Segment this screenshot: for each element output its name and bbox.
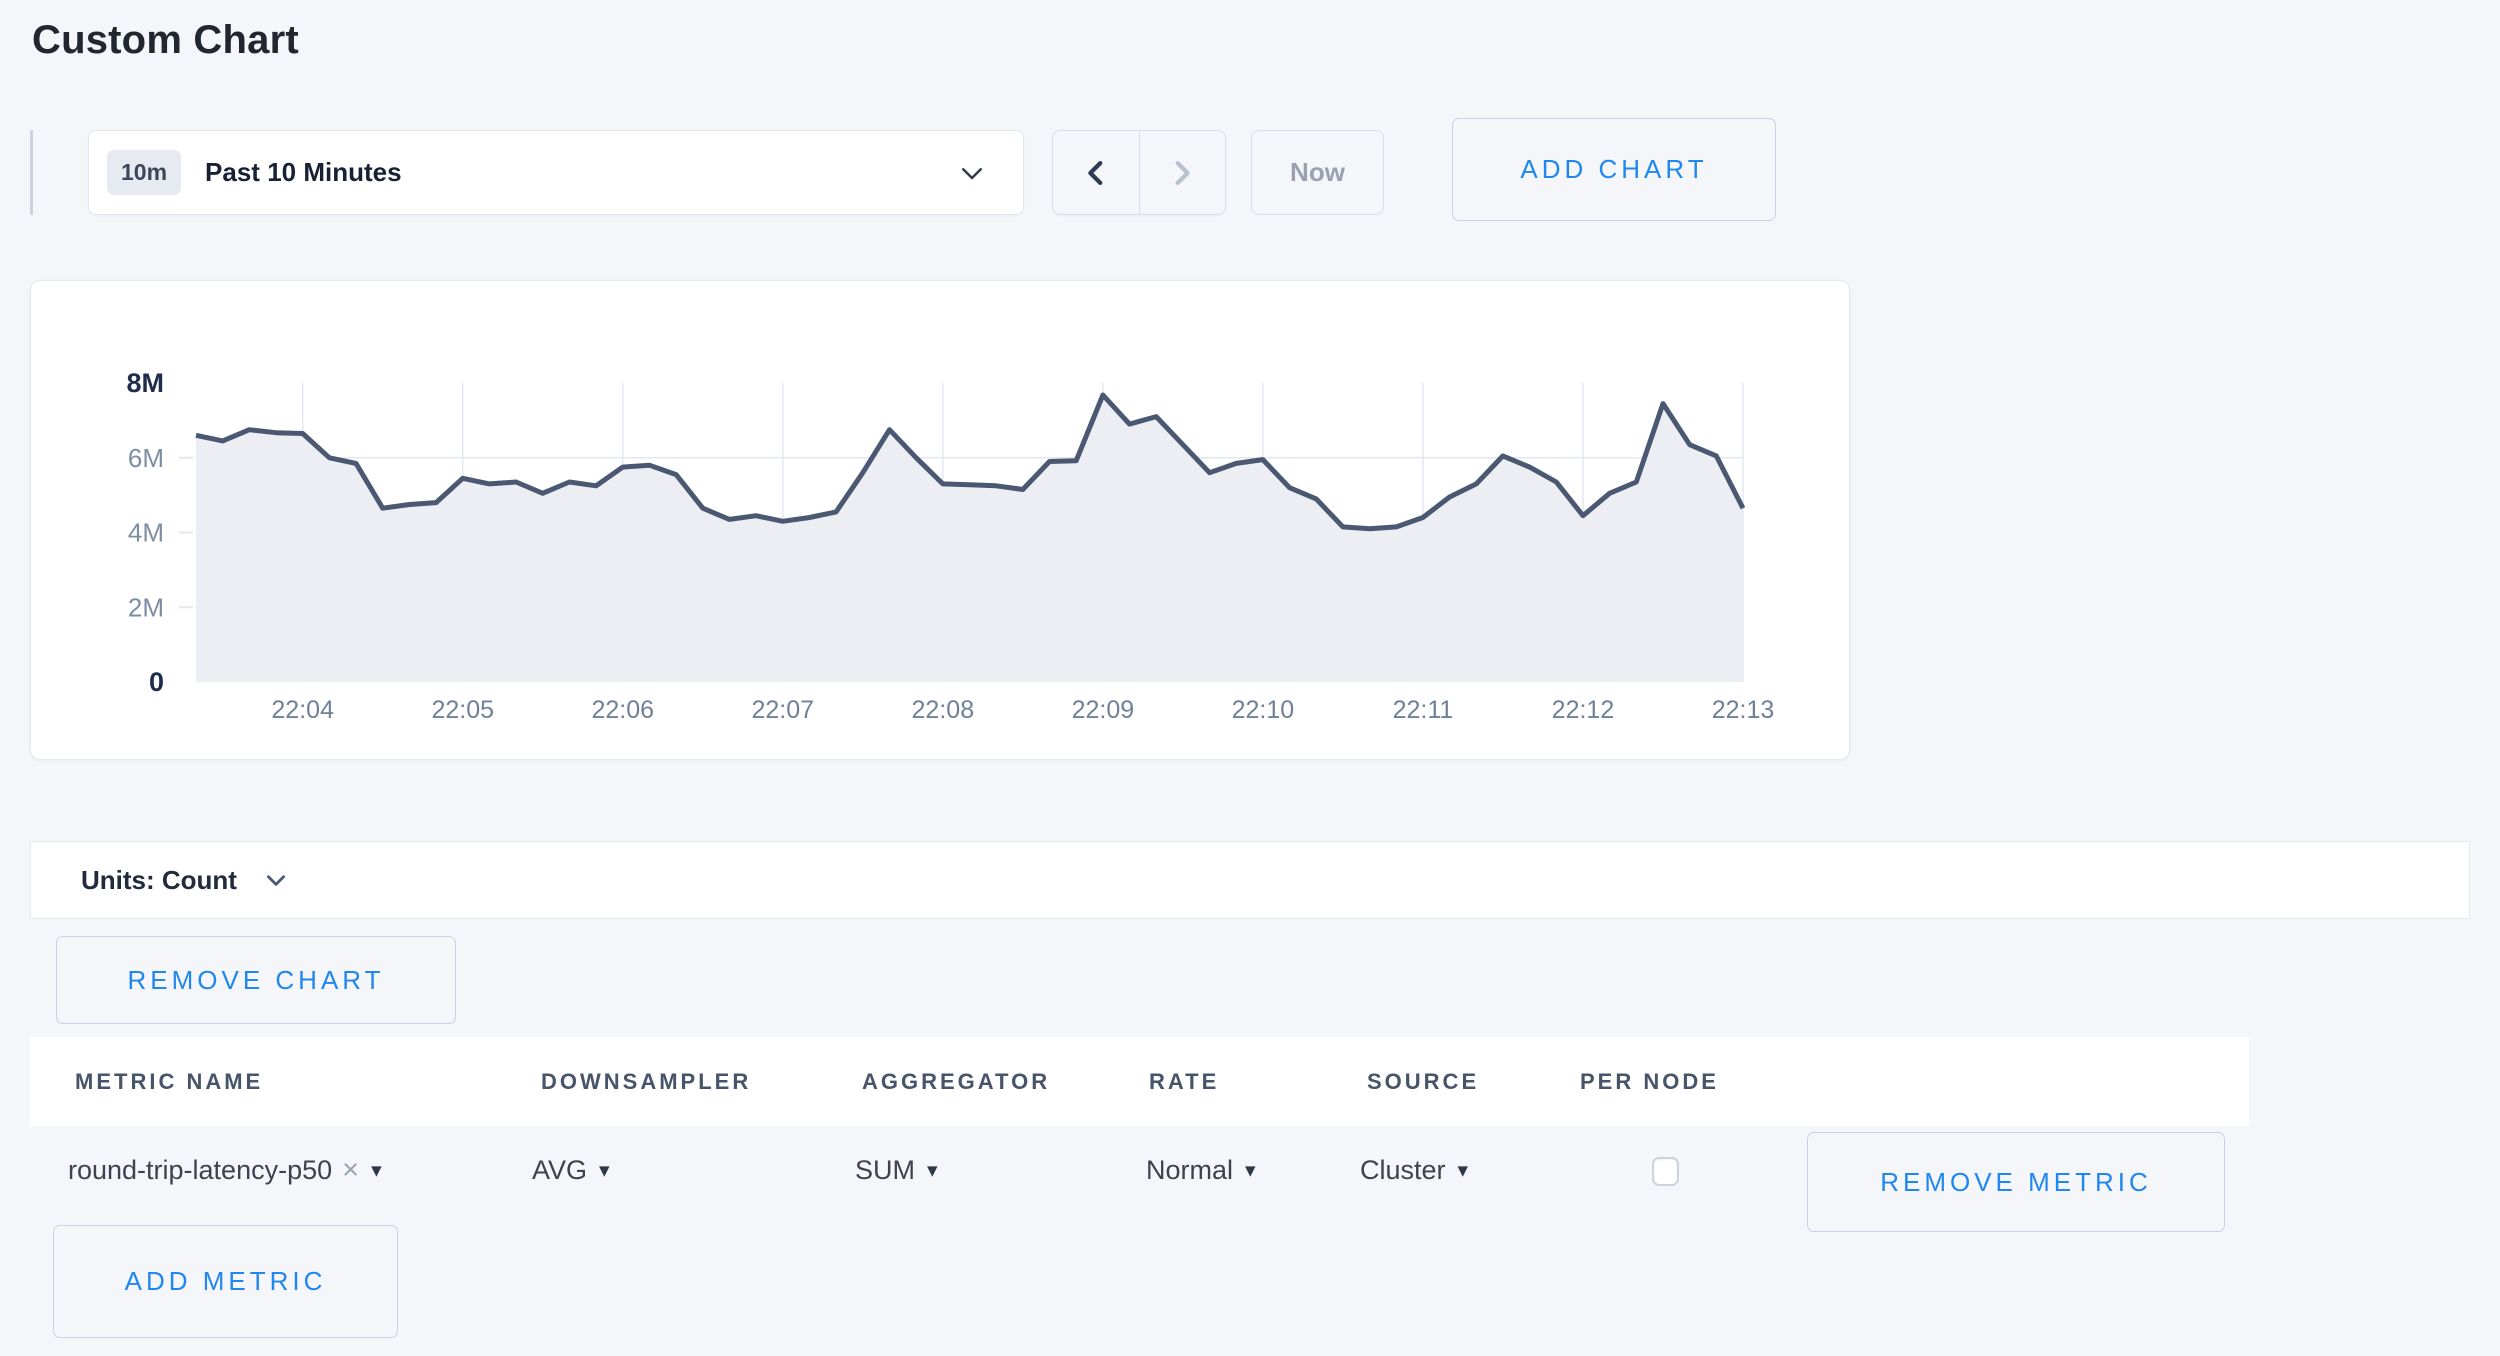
step-forward-button[interactable] — [1139, 131, 1226, 214]
column-header-rate: RATE — [1149, 1037, 1219, 1126]
column-header-source: SOURCE — [1367, 1037, 1479, 1126]
column-header-downsampler: DOWNSAMPLER — [541, 1037, 751, 1126]
source-dropdown[interactable]: Cluster ▾ — [1360, 1140, 1468, 1200]
add-chart-button[interactable]: ADD CHART — [1452, 118, 1776, 221]
remove-chart-button[interactable]: REMOVE CHART — [56, 936, 456, 1024]
column-header-per-node: PER NODE — [1580, 1037, 1719, 1126]
downsampler-value: AVG — [532, 1155, 587, 1186]
x-tick-label: 22:10 — [1232, 696, 1295, 724]
now-button[interactable]: Now — [1251, 130, 1384, 215]
chevron-right-icon — [1165, 156, 1199, 190]
x-tick-label: 22:12 — [1552, 696, 1615, 724]
units-select[interactable]: Units: Count — [30, 841, 2470, 919]
y-tick-label: 6M — [128, 443, 164, 473]
source-value: Cluster — [1360, 1155, 1446, 1186]
toolbar-left-rule — [30, 130, 33, 215]
x-tick-label: 22:05 — [431, 696, 494, 724]
x-tick-label: 22:09 — [1072, 696, 1135, 724]
y-tick-label: 8M — [126, 368, 164, 398]
aggregator-value: SUM — [855, 1155, 915, 1186]
caret-down-icon: ▾ — [1245, 1158, 1256, 1183]
y-tick-label: 4M — [128, 518, 164, 548]
x-tick-label: 22:06 — [591, 696, 654, 724]
column-header-metric-name: METRIC NAME — [75, 1037, 263, 1126]
x-tick-label: 22:13 — [1712, 696, 1775, 724]
downsampler-dropdown[interactable]: AVG ▾ — [532, 1140, 610, 1200]
page-title: Custom Chart — [32, 18, 299, 63]
metric-chart: 8M 6M 4M 2M 0 22:04 22:05 22:06 22:07 22:08 22:09 2… — [31, 281, 1849, 759]
x-tick-label: 22:04 — [271, 696, 334, 724]
units-label: Units: Count — [81, 865, 237, 896]
metric-name-value: round-trip-latency-p50 — [68, 1155, 332, 1186]
x-tick-label: 22:08 — [912, 696, 975, 724]
caret-down-icon: ▾ — [927, 1158, 938, 1183]
step-back-button[interactable] — [1053, 131, 1139, 214]
remove-metric-button[interactable]: REMOVE METRIC — [1807, 1132, 2225, 1232]
caret-down-icon: ▾ — [371, 1158, 382, 1183]
x-tick-label: 22:07 — [752, 696, 815, 724]
time-range-badge: 10m — [107, 150, 181, 195]
time-range-label: Past 10 Minutes — [205, 157, 402, 188]
time-range-select[interactable]: 10m Past 10 Minutes — [88, 130, 1024, 215]
rate-value: Normal — [1146, 1155, 1233, 1186]
time-step-group — [1052, 130, 1226, 215]
metric-name-dropdown[interactable]: round-trip-latency-p50 × ▾ — [68, 1140, 382, 1200]
y-tick-label: 2M — [128, 592, 164, 622]
metrics-table-header: METRIC NAME DOWNSAMPLER AGGREGATOR RATE … — [30, 1037, 2249, 1126]
aggregator-dropdown[interactable]: SUM ▾ — [855, 1140, 938, 1200]
per-node-checkbox[interactable] — [1652, 1157, 1679, 1186]
rate-dropdown[interactable]: Normal ▾ — [1146, 1140, 1256, 1200]
x-tick-label: 22:11 — [1393, 696, 1454, 724]
chevron-left-icon — [1079, 156, 1113, 190]
column-header-aggregator: AGGREGATOR — [862, 1037, 1050, 1126]
add-metric-button[interactable]: ADD METRIC — [53, 1225, 398, 1338]
caret-down-icon: ▾ — [599, 1158, 610, 1183]
series-area — [196, 395, 1743, 682]
caret-down-icon: ▾ — [1458, 1158, 1469, 1183]
chart-card: 8M 6M 4M 2M 0 22:04 22:05 22:06 22:07 22:08 22:09 2… — [30, 280, 1850, 760]
chevron-down-icon — [957, 158, 987, 188]
clear-metric-icon[interactable]: × — [342, 1154, 359, 1187]
y-tick-label: 0 — [149, 667, 164, 697]
chevron-down-icon — [263, 867, 289, 893]
